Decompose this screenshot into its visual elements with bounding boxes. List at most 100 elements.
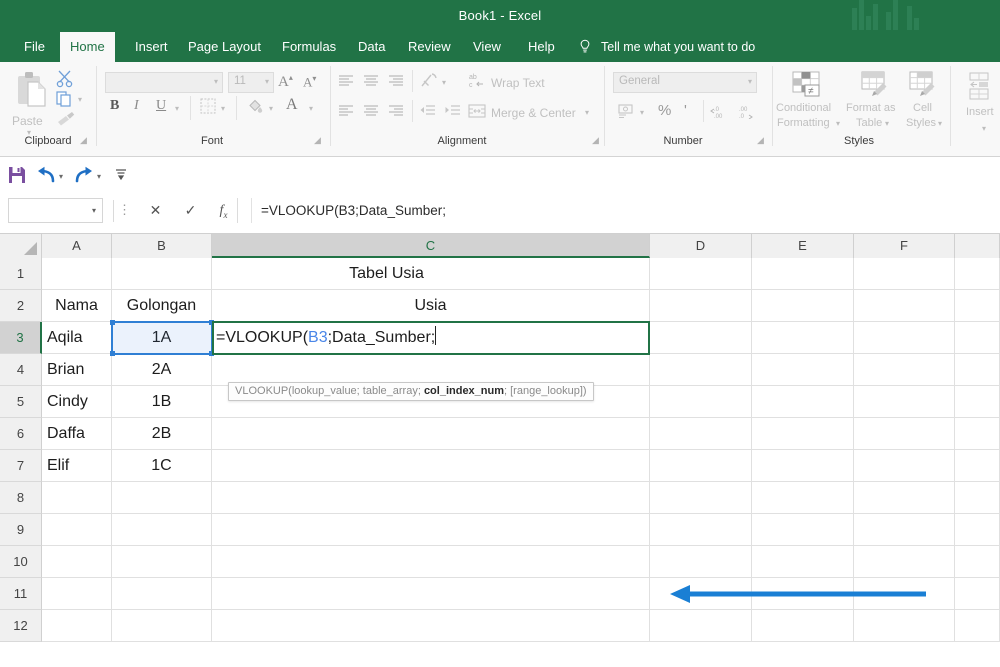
cell-styles-label-1[interactable]: Cell [913,102,932,114]
column-header-b[interactable]: B [112,234,212,258]
grid-cell[interactable] [112,514,212,546]
row-header-10[interactable]: 10 [0,546,42,578]
name-box-chevron-down-icon[interactable]: ▾ [92,206,96,215]
increase-decimal-icon[interactable]: .0 .00 [710,104,730,119]
grid-cell[interactable] [650,610,752,642]
grid-cell[interactable] [650,386,752,418]
grid-cell[interactable] [854,610,955,642]
column-header-e[interactable]: E [752,234,854,258]
cell-a3[interactable]: Aqila [42,322,112,354]
tab-help[interactable]: Help [518,32,565,62]
resize-handle-sw[interactable] [110,351,115,356]
grid-cell[interactable] [42,610,112,642]
scissors-icon[interactable] [56,70,74,88]
font-name-chevron-down-icon[interactable]: ▾ [214,77,218,86]
grow-font-icon[interactable]: A▴ [278,73,293,91]
reference-selection-b3[interactable] [110,320,214,356]
tab-file[interactable]: File [14,32,55,62]
grid-cell[interactable] [752,546,854,578]
cell-styles-label-2[interactable]: Styles [906,117,936,129]
save-icon[interactable] [8,166,26,184]
row-header-2[interactable]: 2 [0,290,42,322]
worksheet-grid[interactable]: A B C D E F 1 2 3 4 5 6 7 8 9 10 11 12 T… [0,234,1000,667]
grid-cell[interactable] [752,322,854,354]
row-header-5[interactable]: 5 [0,386,42,418]
conditional-formatting-label-2[interactable]: Formatting [777,117,830,129]
shrink-font-icon[interactable]: A▾ [303,74,316,90]
borders-chevron-down-icon[interactable]: ▾ [221,104,225,113]
grid-cell[interactable] [42,482,112,514]
row-header-8[interactable]: 8 [0,482,42,514]
font-color-button[interactable]: A [286,96,298,114]
grid-cell[interactable] [955,514,1000,546]
conditional-formatting-label-1[interactable]: Conditional [776,102,831,114]
grid-cell[interactable] [854,418,955,450]
grid-cell[interactable] [112,578,212,610]
font-size-combobox[interactable]: 11 ▾ [228,72,274,93]
font-color-chevron-down-icon[interactable]: ▾ [309,104,313,113]
cell-styles-chevron-down-icon[interactable]: ▾ [938,119,942,128]
row-header-4[interactable]: 4 [0,354,42,386]
grid-cell[interactable] [752,354,854,386]
tab-data[interactable]: Data [348,32,395,62]
orientation-chevron-down-icon[interactable]: ▾ [442,78,446,87]
format-as-table-icon[interactable] [860,70,892,100]
font-name-combobox[interactable]: ▾ [105,72,223,93]
row-header-7[interactable]: 7 [0,450,42,482]
grid-cell[interactable] [112,258,212,290]
font-dialog-launcher[interactable]: ◢ [314,136,323,145]
cell-a7[interactable]: Elif [42,450,112,482]
customize-qat-icon[interactable] [114,169,128,181]
cell-b6[interactable]: 2B [112,418,212,450]
borders-icon[interactable] [200,98,216,114]
grid-cell[interactable] [752,418,854,450]
grid-cell[interactable] [650,450,752,482]
column-header-d[interactable]: D [650,234,752,258]
grid-cell[interactable] [42,546,112,578]
increase-indent-icon[interactable] [444,104,462,118]
format-as-table-label-1[interactable]: Format as [846,102,896,114]
grid-cell[interactable] [212,546,650,578]
undo-icon[interactable] [36,166,56,184]
column-header-a[interactable]: A [42,234,112,258]
grid-cell[interactable] [112,610,212,642]
underline-button[interactable]: U [156,98,166,114]
fill-color-chevron-down-icon[interactable]: ▾ [269,104,273,113]
grid-cell[interactable] [112,482,212,514]
grid-cell[interactable] [42,258,112,290]
tab-view[interactable]: View [463,32,511,62]
grid-cell[interactable] [854,386,955,418]
tab-home[interactable]: Home [60,32,115,62]
redo-icon[interactable] [74,166,94,184]
grid-cell[interactable] [752,514,854,546]
grid-cell[interactable] [650,546,752,578]
grid-cell[interactable] [752,258,854,290]
cell-a6[interactable]: Daffa [42,418,112,450]
italic-button[interactable]: I [134,98,139,114]
grid-cell[interactable] [650,290,752,322]
merge-center-label[interactable]: Merge & Center [491,106,576,120]
tab-formulas[interactable]: Formulas [272,32,346,62]
align-top-icon[interactable] [337,74,355,88]
format-painter-icon[interactable] [56,110,76,128]
tab-page-layout[interactable]: Page Layout [178,32,271,62]
grid-cell[interactable] [212,514,650,546]
grid-cell[interactable] [212,482,650,514]
cell-b5[interactable]: 1B [112,386,212,418]
grid-cell[interactable] [854,290,955,322]
active-cell-editor-c3[interactable]: =VLOOKUP(B3;Data_Sumber; [212,321,650,355]
grid-cell[interactable] [854,450,955,482]
column-header-g[interactable] [955,234,1000,258]
grid-cell[interactable] [854,482,955,514]
grid-cell[interactable] [955,386,1000,418]
insert-cells-icon[interactable] [966,72,996,102]
copy-chevron-down-icon[interactable]: ▾ [78,95,82,104]
fill-color-icon[interactable] [246,97,264,115]
select-all-button[interactable] [0,234,42,258]
insert-cells-label[interactable]: Insert [966,106,994,118]
grid-cell[interactable] [42,578,112,610]
number-format-chevron-down-icon[interactable]: ▾ [748,77,752,86]
merge-center-chevron-down-icon[interactable]: ▾ [585,108,589,117]
cell-b2[interactable]: Golongan [112,290,212,322]
grid-cell[interactable] [955,418,1000,450]
